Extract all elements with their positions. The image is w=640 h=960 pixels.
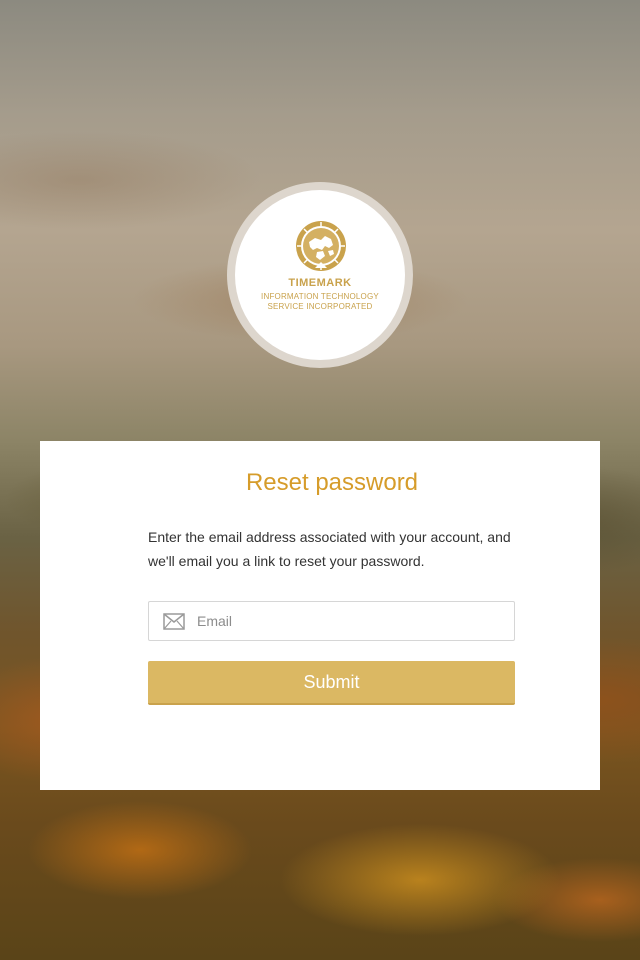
email-input[interactable]: [197, 602, 497, 640]
logo-subtitle-line1: INFORMATION TECHNOLOGY: [261, 292, 379, 301]
page-title: Reset password: [245, 469, 419, 496]
logo-name: TIMEMARK: [288, 277, 352, 289]
reset-password-card: Reset password Enter the email address a…: [40, 441, 600, 790]
instructions-text: Enter the email address associated with …: [148, 529, 511, 569]
background-forest: TIMEMARK INFORMATION TECHNOLOGY SERVICE …: [0, 0, 640, 960]
logo-subtitle-line2: SERVICE INCORPORATED: [267, 302, 373, 311]
logo: TIMEMARK INFORMATION TECHNOLOGY SERVICE …: [227, 182, 413, 368]
logo-badge: TIMEMARK INFORMATION TECHNOLOGY SERVICE …: [235, 190, 405, 360]
envelope-icon: [163, 613, 185, 630]
submit-button[interactable]: Submit: [148, 661, 515, 705]
email-field[interactable]: [148, 601, 515, 641]
globe-clock-emblem-icon: [296, 221, 346, 271]
